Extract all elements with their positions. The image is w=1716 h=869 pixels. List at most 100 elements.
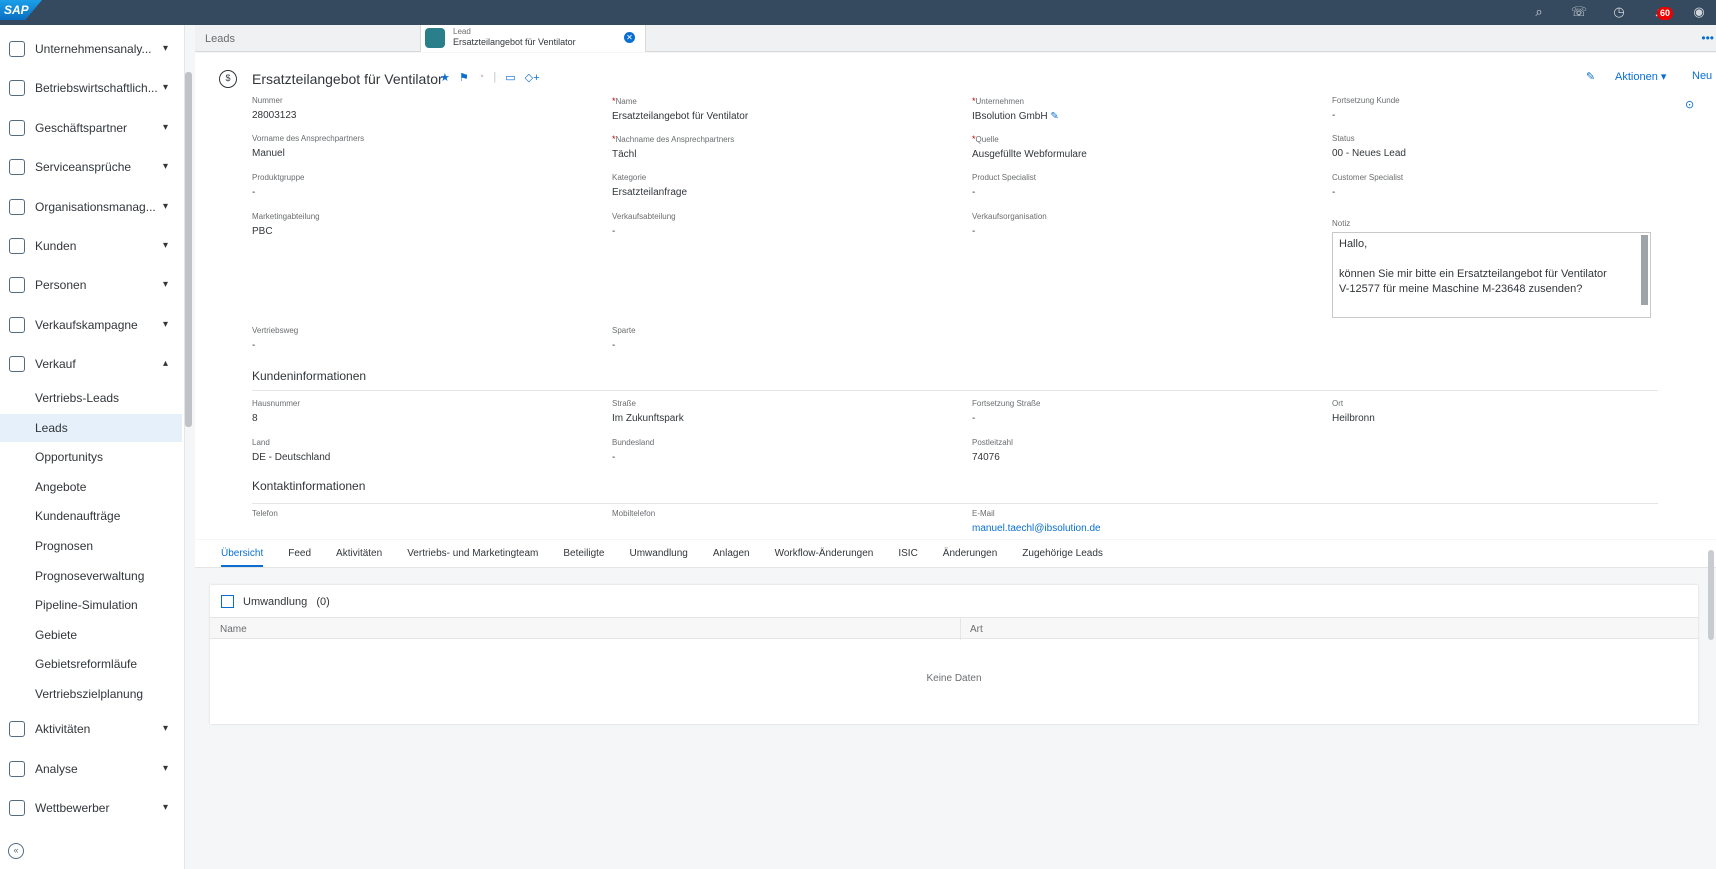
star-icon[interactable]: ★: [440, 71, 450, 84]
chevron-down-icon: ▾: [162, 319, 168, 330]
clock-icon[interactable]: ◷: [1610, 3, 1628, 21]
pencil-icon[interactable]: ✎: [1586, 70, 1595, 83]
chevron-down-icon: ▾: [162, 161, 168, 172]
tab-beteiligte[interactable]: Beteiligte: [563, 540, 604, 567]
sub-item-opportunitys[interactable]: Opportunitys: [0, 443, 182, 471]
nav-item-betriebswirtschaftlich[interactable]: Betriebswirtschaftlich... ▾: [0, 70, 182, 106]
user-icon[interactable]: ◉: [1690, 3, 1708, 21]
field-name: *Name Ersatzteilangebot für Ventilator: [612, 96, 749, 122]
divider: [960, 618, 961, 640]
bell-icon[interactable]: ♫60: [1650, 3, 1674, 21]
divider: [252, 390, 1658, 391]
field-kategorie: Kategorie Ersatzteilanfrage: [612, 173, 688, 198]
notiz-scrollbar[interactable]: [1641, 235, 1648, 305]
field-quelle: *Quelle Ausgefüllte Webformulare: [972, 134, 1087, 160]
chat-icon[interactable]: ☏: [1570, 3, 1588, 21]
sub-item-angebote[interactable]: Angebote: [0, 473, 182, 501]
sub-item-kundenauftraege[interactable]: Kundenaufträge: [0, 502, 182, 530]
nav-item-personen[interactable]: Personen ▾: [0, 267, 182, 303]
rss-icon[interactable]: ◔: [478, 71, 485, 84]
tab-title: Ersatzteilangebot für Ventilator: [453, 37, 576, 47]
field-unternehmen[interactable]: *Unternehmen IBsolution GmbH ✎: [972, 96, 1059, 122]
tab-workflow-aenderungen[interactable]: Workflow-Änderungen: [775, 540, 874, 567]
close-icon[interactable]: ✕: [624, 32, 635, 43]
field-notiz-label: Notiz: [1332, 219, 1351, 228]
field-verkaufsorganisation: Verkaufsorganisation -: [972, 212, 1047, 237]
tab-anlagen[interactable]: Anlagen: [713, 540, 750, 567]
nav-item-geschaeftspartner[interactable]: Geschäftspartner ▾: [0, 110, 182, 146]
chevron-down-icon: ▾: [162, 240, 168, 251]
email-link[interactable]: manuel.taechl@ibsolution.de: [972, 523, 1101, 534]
nav-item-wettbewerber[interactable]: Wettbewerber ▾: [0, 790, 182, 826]
shell-actions: ⌕ ☏ ◷ ♫60 ◉: [1530, 3, 1708, 21]
field-sparte: Sparte -: [612, 326, 636, 351]
sub-item-leads[interactable]: Leads: [0, 414, 182, 442]
lead-object-icon: $: [219, 70, 237, 88]
sap-logo[interactable]: SAP: [0, 0, 42, 20]
page-scrollbar[interactable]: [1708, 550, 1714, 640]
pencil-icon[interactable]: ✎: [1050, 111, 1058, 122]
nav-item-serviceansprueche[interactable]: Serviceansprüche ▾: [0, 149, 182, 185]
field-ort: Ort Heilbronn: [1332, 399, 1375, 424]
chevron-down-icon: ▾: [162, 43, 168, 54]
nav-item-analyse[interactable]: Analyse ▾: [0, 751, 182, 787]
tab-vertriebs-marketingteam[interactable]: Vertriebs- und Marketingteam: [407, 540, 538, 567]
nav-item-verkauf[interactable]: Verkauf ▴: [0, 346, 182, 382]
field-land: Land DE - Deutschland: [252, 438, 331, 463]
collapse-header-icon[interactable]: ⊙: [1685, 98, 1694, 111]
sub-item-prognosen[interactable]: Prognosen: [0, 532, 182, 560]
tab-uebersicht[interactable]: Übersicht: [221, 540, 264, 567]
search-icon[interactable]: ⌕: [1530, 3, 1548, 21]
sub-item-prognoseverwaltung[interactable]: Prognoseverwaltung: [0, 562, 182, 590]
notiz-textarea[interactable]: Hallo, können Sie mir bitte ein Ersatzte…: [1332, 232, 1651, 318]
tab-subtitle: Lead: [453, 27, 471, 36]
sub-item-pipeline-simulation[interactable]: Pipeline-Simulation: [0, 591, 182, 619]
nav-item-kunden[interactable]: Kunden ▾: [0, 228, 182, 264]
field-hausnummer: Hausnummer 8: [252, 399, 301, 424]
tag-icon[interactable]: ◇+: [525, 71, 540, 84]
field-marketingabteilung: Marketingabteilung PBC: [252, 212, 320, 237]
business-icon: [9, 80, 25, 96]
umwandlung-card: Umwandlung (0) Name Art Keine Daten: [210, 585, 1698, 724]
nav-item-unternehmensanalyse[interactable]: Unternehmensanaly... ▾: [0, 31, 182, 67]
sub-item-gebietsreformlaeufe[interactable]: Gebietsreformläufe: [0, 650, 182, 678]
field-fortsetzung-kunde: Fortsetzung Kunde -: [1332, 96, 1400, 121]
sub-item-gebiete[interactable]: Gebiete: [0, 621, 182, 649]
object-header: $ Ersatzteilangebot für Ventilator ★ ⚑ ◔…: [195, 53, 1716, 539]
tab-umwandlung[interactable]: Umwandlung: [630, 540, 688, 567]
collapse-nav-icon[interactable]: «: [8, 843, 24, 859]
tab-isic[interactable]: ISIC: [898, 540, 917, 567]
nav-item-organisationsmanagement[interactable]: Organisationsmanag... ▾: [0, 189, 182, 225]
divider: |: [493, 71, 497, 83]
field-strasse: Straße Im Zukunftspark: [612, 399, 684, 424]
nav-item-aktivitaeten[interactable]: Aktivitäten ▾: [0, 711, 182, 747]
flag-icon[interactable]: ⚑: [459, 71, 469, 84]
sub-item-vertriebszielplanung[interactable]: Vertriebszielplanung: [0, 680, 182, 708]
field-produktgruppe: Produktgruppe -: [252, 173, 305, 198]
section-kontaktinformationen: Kontaktinformationen: [252, 479, 366, 493]
more-icon[interactable]: •••: [1701, 31, 1714, 45]
sidebar-scrollbar[interactable]: [185, 72, 192, 427]
tab-aktivitaeten[interactable]: Aktivitäten: [336, 540, 382, 567]
lead-icon: [425, 28, 445, 48]
tab-zugehoerige-leads[interactable]: Zugehörige Leads: [1022, 540, 1103, 567]
column-art[interactable]: Art: [970, 624, 983, 635]
analytics-icon: [9, 41, 25, 57]
field-telefon: Telefon: [252, 509, 278, 518]
nav-item-verkaufskampagne[interactable]: Verkaufskampagne ▾: [0, 307, 182, 343]
neu-button[interactable]: Neu: [1692, 70, 1712, 82]
chevron-down-icon: ▾: [162, 279, 168, 290]
aktionen-button[interactable]: Aktionen ▾: [1615, 70, 1666, 83]
sub-item-vertriebs-leads[interactable]: Vertriebs-Leads: [0, 384, 182, 412]
tab-aenderungen[interactable]: Änderungen: [943, 540, 998, 567]
customers-icon: [9, 238, 25, 254]
field-email: E-Mail manuel.taechl@ibsolution.de: [972, 509, 1101, 534]
column-name[interactable]: Name: [220, 624, 247, 635]
chevron-down-icon: ▾: [162, 82, 168, 93]
tab-feed[interactable]: Feed: [288, 540, 311, 567]
comment-icon[interactable]: ▭: [505, 71, 515, 84]
tab-lead-detail[interactable]: Lead Ersatzteilangebot für Ventilator ✕: [420, 25, 646, 52]
field-product-specialist: Product Specialist -: [972, 173, 1037, 198]
divider: [252, 503, 1658, 504]
tab-leads[interactable]: Leads: [205, 33, 235, 45]
